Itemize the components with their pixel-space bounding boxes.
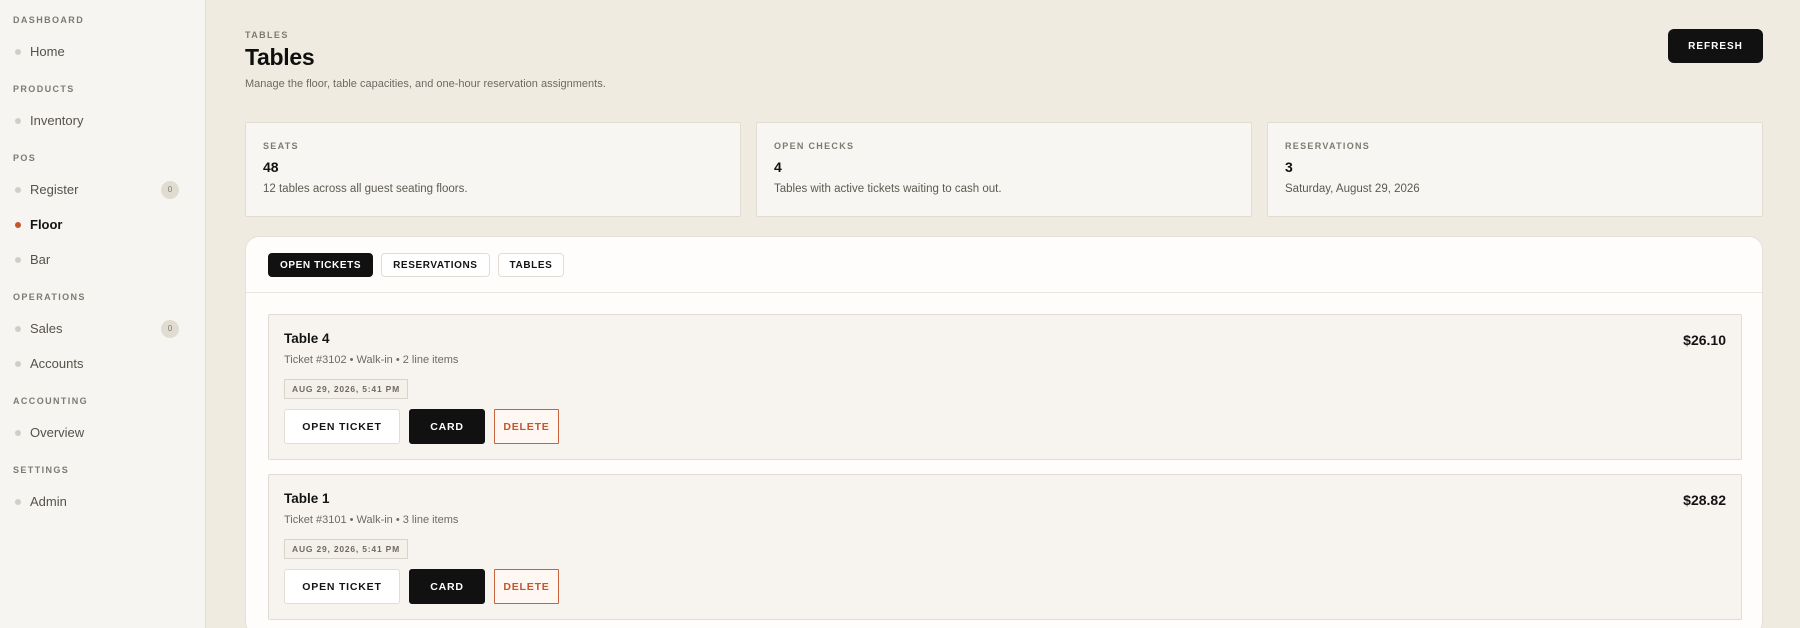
sidebar: DASHBOARD Home PRODUCTS Inventory POS Re… xyxy=(0,0,206,628)
sidebar-item-label: Bar xyxy=(30,252,51,267)
ticket-amount: $28.82 xyxy=(1683,492,1726,508)
stat-card-open-checks: OPEN CHECKS 4 Tables with active tickets… xyxy=(756,122,1252,217)
bullet-dot-icon xyxy=(15,256,21,263)
sidebar-item-label: Admin xyxy=(30,494,67,509)
ticket-meta: Ticket #3101 • Walk-in • 3 line items xyxy=(284,514,459,526)
tab-bar: OPEN TICKETS RESERVATIONS TABLES xyxy=(246,237,1762,293)
card-payment-button[interactable]: CARD xyxy=(409,409,485,444)
delete-ticket-button[interactable]: DELETE xyxy=(494,409,559,444)
tab-reservations[interactable]: RESERVATIONS xyxy=(381,253,490,277)
delete-ticket-button[interactable]: DELETE xyxy=(494,569,559,604)
bullet-dot-icon xyxy=(15,48,21,55)
sidebar-item-label: Register xyxy=(30,182,79,197)
count-badge: 0 xyxy=(161,319,179,338)
ticket-actions: OPEN TICKET CARD DELETE xyxy=(284,569,559,604)
bullet-dot-icon xyxy=(15,429,21,436)
sidebar-item-overview[interactable]: Overview xyxy=(0,415,205,450)
ticket-actions: OPEN TICKET CARD DELETE xyxy=(284,409,559,444)
sidebar-item-register[interactable]: Register 0 xyxy=(0,172,205,207)
sidebar-item-home[interactable]: Home xyxy=(0,34,205,69)
stat-note: Saturday, August 29, 2026 xyxy=(1285,183,1420,195)
ticket-amount: $26.10 xyxy=(1683,332,1726,348)
sidebar-section-dashboard: DASHBOARD Home xyxy=(0,10,205,69)
stat-label: OPEN CHECKS xyxy=(774,141,855,151)
stat-value: 48 xyxy=(263,159,279,175)
open-ticket-button[interactable]: OPEN TICKET xyxy=(284,409,400,444)
bullet-dot-icon xyxy=(15,498,21,505)
ticket-timestamp: AUG 29, 2026, 5:41 PM xyxy=(284,379,408,399)
sidebar-section-operations: OPERATIONS Sales 0 Accounts xyxy=(0,287,205,381)
ticket-title: Table 4 xyxy=(284,331,330,346)
ticket-card: Table 1 Ticket #3101 • Walk-in • 3 line … xyxy=(268,474,1742,620)
tickets-panel: OPEN TICKETS RESERVATIONS TABLES Table 4… xyxy=(245,236,1763,628)
stat-label: RESERVATIONS xyxy=(1285,141,1371,151)
card-payment-button[interactable]: CARD xyxy=(409,569,485,604)
stat-value: 3 xyxy=(1285,159,1293,175)
bullet-dot-icon xyxy=(15,117,21,124)
stat-card-reservations: RESERVATIONS 3 Saturday, August 29, 2026 xyxy=(1267,122,1763,217)
sidebar-item-accounts[interactable]: Accounts xyxy=(0,346,205,381)
sidebar-section-accounting: ACCOUNTING Overview xyxy=(0,391,205,450)
sidebar-section-pos: POS Register 0 Floor Bar xyxy=(0,148,205,277)
bullet-dot-icon xyxy=(15,325,21,332)
sidebar-heading: POS xyxy=(13,153,37,163)
ticket-title: Table 1 xyxy=(284,491,330,506)
sidebar-item-bar[interactable]: Bar xyxy=(0,242,205,277)
open-ticket-button[interactable]: OPEN TICKET xyxy=(284,569,400,604)
sidebar-item-label: Sales xyxy=(30,321,63,336)
sidebar-heading: DASHBOARD xyxy=(13,15,85,25)
sidebar-item-floor[interactable]: Floor xyxy=(0,207,205,242)
page-title: Tables xyxy=(245,44,315,70)
sidebar-section-settings: SETTINGS Admin xyxy=(0,460,205,519)
bullet-dot-icon xyxy=(15,186,21,193)
sidebar-item-label: Inventory xyxy=(30,113,84,128)
bullet-dot-icon xyxy=(15,360,21,367)
active-dot-icon xyxy=(15,221,21,228)
sidebar-item-admin[interactable]: Admin xyxy=(0,484,205,519)
sidebar-item-sales[interactable]: Sales 0 xyxy=(0,311,205,346)
ticket-timestamp: AUG 29, 2026, 5:41 PM xyxy=(284,539,408,559)
sidebar-item-label: Overview xyxy=(30,425,85,440)
sidebar-item-label: Floor xyxy=(30,217,63,232)
count-badge: 0 xyxy=(161,180,179,199)
sidebar-item-label: Accounts xyxy=(30,356,84,371)
stat-card-seats: SEATS 48 12 tables across all guest seat… xyxy=(245,122,741,217)
sidebar-heading: ACCOUNTING xyxy=(13,396,88,406)
stat-label: SEATS xyxy=(263,141,299,151)
tab-tables[interactable]: TABLES xyxy=(497,253,565,277)
sidebar-heading: PRODUCTS xyxy=(13,84,75,94)
ticket-meta: Ticket #3102 • Walk-in • 2 line items xyxy=(284,354,459,366)
sidebar-item-label: Home xyxy=(30,44,65,59)
sidebar-section-products: PRODUCTS Inventory xyxy=(0,79,205,138)
page-eyebrow: TABLES xyxy=(245,30,289,40)
sidebar-heading: SETTINGS xyxy=(13,465,70,475)
page-description: Manage the floor, table capacities, and … xyxy=(245,78,606,90)
tab-open-tickets[interactable]: OPEN TICKETS xyxy=(268,253,374,277)
refresh-button[interactable]: REFRESH xyxy=(1668,29,1763,63)
stat-note: Tables with active tickets waiting to ca… xyxy=(774,183,1002,195)
sidebar-heading: OPERATIONS xyxy=(13,292,86,302)
stat-note: 12 tables across all guest seating floor… xyxy=(263,183,468,195)
sidebar-item-inventory[interactable]: Inventory xyxy=(0,103,205,138)
ticket-card: Table 4 Ticket #3102 • Walk-in • 2 line … xyxy=(268,314,1742,460)
stat-value: 4 xyxy=(774,159,782,175)
